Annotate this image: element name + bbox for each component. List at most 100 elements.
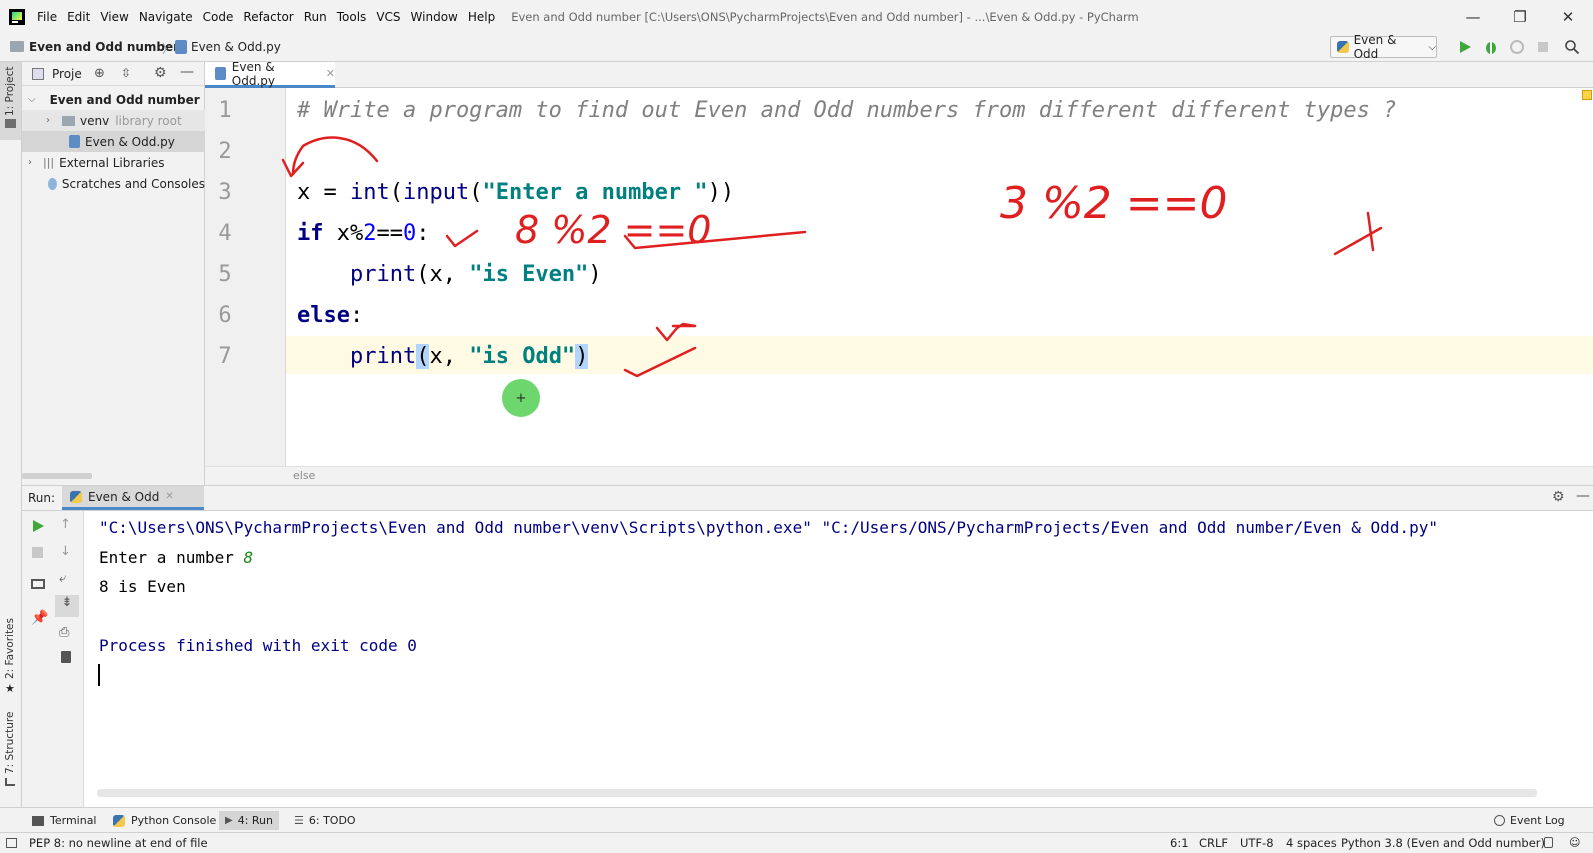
soft-wrap-icon[interactable]: ⤶ [59, 571, 66, 586]
menu-edit[interactable]: Edit [67, 10, 90, 24]
locate-icon[interactable]: ⊕ [94, 66, 105, 81]
menu-navigate[interactable]: Navigate [139, 10, 193, 24]
status-interpreter[interactable]: Python 3.8 (Even and Odd number) [1341, 836, 1545, 850]
chevron-right-icon: › [46, 115, 50, 126]
menu-window[interactable]: Window [411, 10, 458, 24]
project-panel-header: Proje ⊕ ⇳ ⚙ — [22, 62, 205, 86]
chevron-right-icon: › [28, 157, 32, 168]
arrow-up-icon[interactable]: ↑ [60, 517, 71, 532]
gear-icon[interactable]: ⚙ [1552, 489, 1565, 505]
close-icon[interactable]: ✕ [326, 67, 335, 80]
run-panel-header: Run: Even & Odd ✕ ⚙ — [22, 485, 1593, 511]
bottom-tool-tabs: Terminal Python Console ▶ 4: Run ☰ 6: TO… [0, 807, 1593, 832]
restore-button[interactable]: ❐ [1497, 0, 1543, 34]
inspection-status-icon[interactable] [1582, 90, 1592, 100]
menu-view[interactable]: View [100, 10, 128, 24]
tree-item-file[interactable]: Even & Odd.py [22, 131, 205, 152]
tab-event-log[interactable]: Event Log [1488, 811, 1571, 830]
close-icon[interactable]: ✕ [165, 491, 173, 502]
tab-run[interactable]: ▶ 4: Run [219, 811, 279, 830]
editor-breadcrumb-bar: else [205, 466, 1593, 485]
trash-icon[interactable] [61, 651, 71, 663]
library-icon: ||| [43, 156, 55, 169]
tab-even-odd[interactable]: Even & Odd.py ✕ [205, 59, 335, 88]
tree-item-label: Scratches and Consoles [61, 176, 205, 191]
coverage-icon[interactable] [1509, 39, 1525, 55]
hide-panel-icon[interactable]: — [180, 64, 194, 80]
tree-item-venv[interactable]: › venv library root [22, 110, 205, 131]
minimize-button[interactable]: — [1450, 0, 1496, 34]
run-tab-even-odd[interactable]: Even & Odd ✕ [62, 486, 204, 510]
tab-todo[interactable]: ☰ 6: TODO [288, 811, 362, 830]
menu-code[interactable]: Code [203, 10, 234, 24]
status-indent[interactable]: 4 spaces [1286, 836, 1337, 850]
run-icon[interactable] [1457, 39, 1473, 55]
editor-breadcrumb[interactable]: else [293, 469, 315, 482]
inspector-icon[interactable]: ☺ [1569, 836, 1580, 849]
project-stripe-label[interactable]: 1: Project [4, 67, 16, 116]
debug-icon[interactable] [1483, 39, 1499, 55]
tree-item-label: venv [80, 113, 110, 128]
tab-label: 4: Run [237, 814, 273, 827]
arrow-down-icon[interactable]: ↓ [60, 544, 71, 559]
tree-item-scratches[interactable]: Scratches and Consoles [22, 173, 205, 194]
close-window-button[interactable]: ✕ [1545, 0, 1591, 34]
horizontal-scrollbar[interactable] [97, 789, 1537, 797]
tab-label: Even & Odd.py [231, 59, 275, 88]
todo-icon: ☰ [294, 814, 304, 827]
run-console[interactable]: "C:\Users\ONS\PycharmProjects\Even and O… [84, 511, 1593, 807]
status-message[interactable]: PEP 8: no newline at end of file [29, 836, 208, 850]
menu-refactor[interactable]: Refactor [243, 10, 293, 24]
folder-icon [10, 41, 24, 52]
scroll-to-end-icon[interactable]: ⇟ [55, 595, 79, 617]
pin-icon[interactable]: 📌 [31, 610, 48, 626]
code-editor[interactable]: 1 2 3 4 5 6 7 # Write a program to find … [205, 88, 1593, 466]
search-icon[interactable] [1564, 39, 1580, 55]
annotation-arrow-stroke [291, 136, 379, 176]
status-position[interactable]: 6:1 [1170, 836, 1189, 850]
tree-item-library-root: library root [115, 113, 182, 128]
event-log-icon [1494, 815, 1505, 826]
structure-stripe-label[interactable]: 7: Structure [4, 712, 16, 774]
stop-icon[interactable] [32, 547, 43, 558]
tab-terminal[interactable]: Terminal [26, 811, 103, 830]
tree-item-label: External Libraries [59, 155, 165, 170]
favorites-stripe-label[interactable]: 2: Favorites [4, 618, 16, 679]
stop-icon[interactable] [1535, 39, 1551, 55]
run-configuration-select[interactable]: Even & Odd ⌵ [1330, 33, 1437, 61]
status-line-separator[interactable]: CRLF [1199, 836, 1228, 850]
tab-label: 6: TODO [308, 814, 356, 827]
collapse-all-icon[interactable]: ⇳ [121, 66, 131, 80]
run-toolbar: 📌 ↑ ↓ ⤶ ⇟ ⎙ [22, 511, 84, 807]
breadcrumb-file[interactable]: Even & Odd.py [191, 40, 281, 54]
tab-label: Python Console [131, 814, 217, 827]
gear-icon[interactable]: ⚙ [154, 65, 167, 81]
tree-item-project-root[interactable]: ⌵ Even and Odd number C [22, 89, 205, 110]
annotation-text-mid: 8 %2 ==0 [515, 208, 711, 252]
tree-item-external-libraries[interactable]: › ||| External Libraries [22, 152, 205, 173]
annotation-cross-stroke [1366, 211, 1375, 252]
tab-label: Event Log [1510, 814, 1565, 827]
breadcrumb-project[interactable]: Even and Odd number [29, 40, 179, 54]
horizontal-scrollbar[interactable] [22, 473, 92, 479]
terminal-icon [32, 815, 44, 826]
layout-icon[interactable] [31, 579, 45, 589]
lock-icon[interactable] [1544, 837, 1553, 848]
rerun-icon[interactable] [31, 519, 45, 533]
hide-panel-icon[interactable]: — [1576, 488, 1590, 504]
print-icon[interactable]: ⎙ [59, 625, 69, 640]
run-panel-label: Run: [28, 491, 56, 505]
tree-item-label: Even & Odd.py [85, 134, 175, 149]
menu-vcs[interactable]: VCS [376, 10, 400, 24]
menu-file[interactable]: File [37, 10, 57, 24]
tab-python-console[interactable]: Python Console [107, 811, 222, 830]
project-panel: Proje ⊕ ⇳ ⚙ — ⌵ Even and Odd number C › … [22, 62, 205, 485]
project-panel-title[interactable]: Proje [52, 67, 82, 81]
menu-run[interactable]: Run [304, 10, 327, 24]
pycharm-logo-icon [9, 9, 25, 25]
status-encoding[interactable]: UTF-8 [1240, 836, 1274, 850]
menu-tools[interactable]: Tools [337, 10, 367, 24]
cursor-indicator: + [502, 379, 540, 417]
toggle-tool-windows-icon[interactable] [6, 838, 17, 848]
menu-help[interactable]: Help [468, 10, 495, 24]
